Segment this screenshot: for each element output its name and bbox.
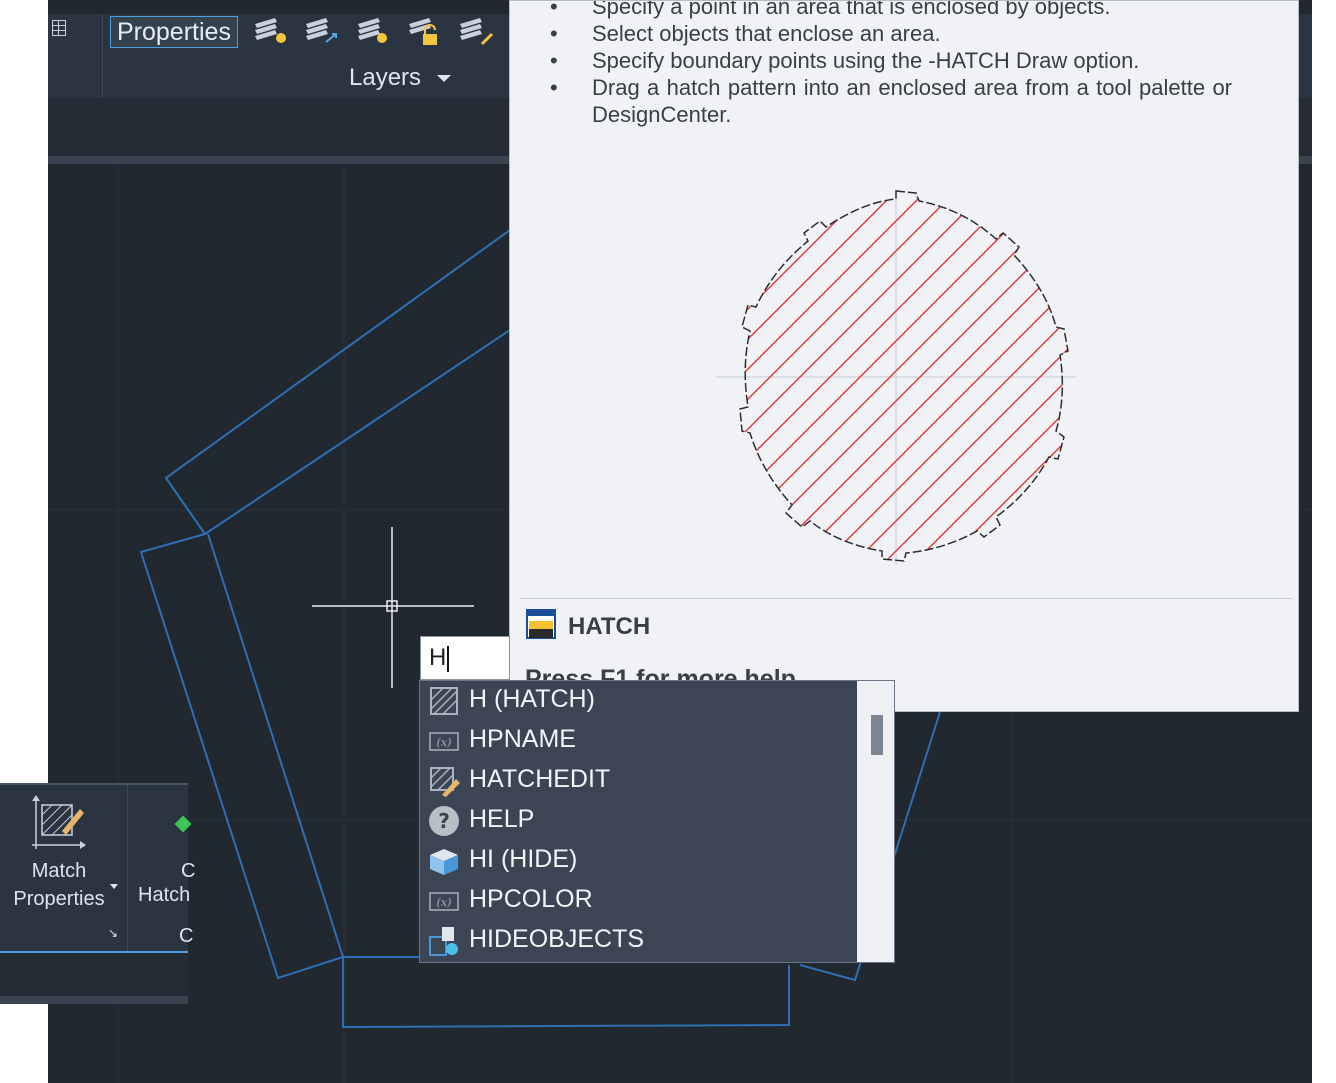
tooltip-bullet: Specify a point in an area that is enclo… (550, 1, 1232, 20)
table-grid-icon[interactable] (52, 20, 66, 36)
autocomplete-scrollbar[interactable] (857, 681, 894, 962)
properties-button[interactable]: Properties (110, 16, 238, 48)
autocomplete-item-label: HPCOLOR (469, 885, 593, 913)
tooltip-bullet-list: Specify a point in an area that is enclo… (550, 1, 1232, 128)
autocomplete-item-label: HI (HIDE) (469, 845, 578, 873)
match-properties-label-line2[interactable]: Properties (0, 888, 118, 911)
autocomplete-item[interactable]: ? HELP (420, 801, 858, 841)
autocomplete-item[interactable]: (x) HPNAME (420, 721, 858, 761)
hatch-edit-icon (430, 767, 460, 797)
autocomplete-item-label: H (HATCH) (469, 685, 595, 713)
chevron-down-icon[interactable] (437, 75, 451, 82)
autocomplete-item-label: HATCHEDIT (469, 765, 611, 793)
tooltip-bullet: Specify boundary points using the -HATCH… (550, 47, 1232, 74)
hide-icon (430, 849, 458, 875)
autocomplete-item[interactable]: H (HATCH) (420, 681, 858, 721)
hatch-button-label[interactable]: Hatch (138, 884, 190, 907)
panel-border (0, 996, 188, 1004)
autocomplete-item[interactable]: HI (HIDE) (420, 841, 858, 881)
layer-on-icon[interactable] (253, 16, 289, 48)
svg-text:(x): (x) (437, 736, 452, 749)
panel-label-fragment: C (181, 860, 196, 882)
chevron-down-icon[interactable] (110, 884, 118, 889)
panel-top-border (0, 783, 188, 785)
autocomplete-item-label: HPNAME (469, 725, 576, 753)
svg-text:?: ? (438, 809, 450, 833)
command-input-value[interactable]: H (429, 644, 446, 671)
svg-text:(x): (x) (437, 896, 452, 909)
autocomplete-item-label: HIDEOBJECTS (469, 925, 645, 953)
ribbon-divider (102, 14, 103, 98)
tooltip-separator (520, 598, 1292, 599)
hide-objects-icon (429, 927, 458, 956)
tooltip-bullet: Drag a hatch pattern into an enclosed ar… (550, 74, 1232, 128)
text-caret (447, 645, 450, 672)
match-properties-label-line1[interactable]: Match (0, 860, 118, 883)
panel-divider (127, 785, 128, 951)
autocomplete-item-label: HELP (469, 805, 535, 833)
layer-match-icon[interactable] (458, 16, 494, 48)
tooltip-bullet: Select objects that enclose an area. (550, 20, 1232, 47)
hatch-command-icon (526, 609, 556, 639)
panel-lower-strip (0, 953, 188, 998)
dialog-launcher-icon[interactable]: ↘ (108, 926, 118, 940)
hatch-illustration (716, 189, 1076, 565)
autocomplete-item[interactable]: HATCHEDIT (420, 761, 858, 801)
layer-lock-icon[interactable] (407, 16, 443, 48)
autocomplete-item[interactable]: HIDEOBJECTS (420, 921, 858, 961)
command-input[interactable]: H (420, 636, 510, 680)
autocomplete-item[interactable]: (x) HPCOLOR (420, 881, 858, 921)
layer-freeze-icon[interactable] (356, 16, 392, 48)
hatch-icon (430, 687, 458, 715)
match-properties-icon[interactable] (28, 795, 88, 851)
system-variable-icon: (x) (429, 732, 459, 751)
help-icon: ? (429, 806, 459, 836)
panel-title-fragment: C (179, 925, 194, 947)
layers-panel-title[interactable]: Layers (349, 64, 421, 92)
command-tooltip: Specify a point in an area that is enclo… (509, 0, 1299, 712)
scrollbar-thumb[interactable] (871, 715, 883, 755)
layer-walk-icon[interactable] (304, 16, 340, 48)
autocomplete-list[interactable]: H (HATCH) (x) HPNAME HATCHEDIT ? HELP HI… (419, 680, 895, 963)
system-variable-icon: (x) (429, 892, 459, 911)
tooltip-command-name: HATCH (568, 613, 651, 640)
